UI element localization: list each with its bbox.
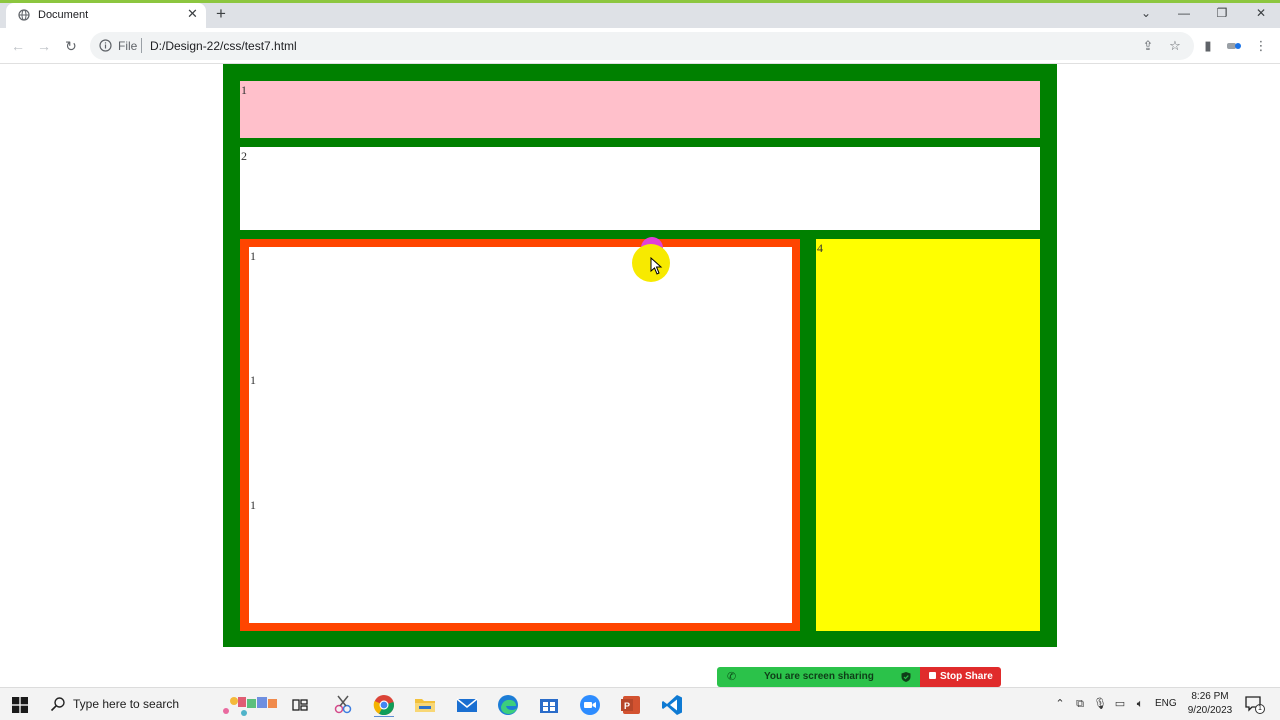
zoom-icon[interactable] <box>578 693 602 717</box>
stop-share-label: Stop Share <box>940 671 993 682</box>
language-indicator[interactable]: ENG <box>1155 698 1177 709</box>
box-pink: 1 <box>240 81 1040 138</box>
chevron-up-icon[interactable]: ⌃ <box>1053 697 1067 711</box>
clock-date: 9/20/2023 <box>1187 705 1233 716</box>
microphone-icon[interactable]: 🎙︎ <box>1093 697 1107 711</box>
back-arrow-icon[interactable]: ← <box>9 37 27 55</box>
extension-icon[interactable] <box>1226 38 1242 54</box>
clock-time: 8:26 PM <box>1191 691 1229 702</box>
mouse-cursor-icon <box>650 257 663 275</box>
notification-badge: 1 <box>1255 704 1265 714</box>
edge-icon[interactable] <box>496 693 520 717</box>
share-status-pill: ✆ You are screen sharing <box>717 667 920 687</box>
vscode-icon[interactable] <box>660 693 684 717</box>
snipping-tool-icon[interactable] <box>331 693 355 717</box>
url-text[interactable]: D:/Design-22/css/test7.html <box>150 39 297 53</box>
tab-document[interactable]: Document ✕ <box>6 3 206 28</box>
share-status-text: You are screen sharing <box>764 671 874 682</box>
menu-dots-icon[interactable]: ⋮ <box>1253 38 1269 54</box>
stop-icon <box>929 672 936 679</box>
maximize-button[interactable]: ❐ <box>1210 6 1234 24</box>
reload-icon[interactable]: ↻ <box>62 37 80 55</box>
screen-share-bar: ✆ You are screen sharing Stop Share <box>717 667 1001 687</box>
new-tab-button[interactable]: + <box>216 3 226 25</box>
tab-strip: Document ✕ + ⌄ — ❐ ✕ <box>0 3 1280 28</box>
search-highlight-icon[interactable] <box>220 693 280 717</box>
task-view-icon[interactable] <box>288 693 312 717</box>
search-placeholder: Type here to search <box>73 697 180 711</box>
globe-icon <box>18 9 30 21</box>
svg-text:P: P <box>624 701 630 711</box>
stop-share-button[interactable]: Stop Share <box>920 667 1001 687</box>
info-icon[interactable] <box>99 39 112 52</box>
tab-close-icon[interactable]: ✕ <box>187 6 198 22</box>
powerpoint-icon[interactable]: P <box>619 693 643 717</box>
tab-title: Document <box>38 9 89 21</box>
search-icon <box>50 697 65 712</box>
star-icon[interactable]: ☆ <box>1168 39 1182 53</box>
side-panel-icon[interactable]: ▮ <box>1200 38 1216 54</box>
shield-icon <box>901 672 911 682</box>
close-window-button[interactable]: ✕ <box>1249 6 1273 24</box>
address-divider <box>141 38 142 53</box>
volume-icon[interactable]: 🔈︎ <box>1133 697 1147 711</box>
box-orange-border: 1 1 1 <box>240 239 800 631</box>
share-icon[interactable]: ⇪ <box>1141 39 1155 53</box>
outer-green-container: 1 2 1 1 1 4 <box>223 64 1057 647</box>
box-white: 2 <box>240 147 1040 230</box>
taskbar-search-input[interactable]: Type here to search <box>40 688 224 720</box>
inner-item: 1 <box>250 373 256 387</box>
store-icon[interactable] <box>537 693 561 717</box>
page-viewport: 1 2 1 1 1 4 <box>0 64 1280 687</box>
box-orange-inner: 1 1 1 <box>249 247 792 623</box>
file-explorer-icon[interactable] <box>413 693 437 717</box>
browser-toolbar: ← → ↻ File D:/Design-22/css/test7.html ⇪… <box>0 28 1280 64</box>
chrome-icon[interactable] <box>372 693 396 717</box>
scheme-label: File <box>118 39 138 53</box>
mail-icon[interactable] <box>455 693 479 717</box>
box-yellow: 4 <box>816 239 1040 631</box>
network-icon[interactable]: ⧉ <box>1073 697 1087 711</box>
forward-arrow-icon[interactable]: → <box>35 37 53 55</box>
taskbar: Type here to search P ⌃ ⧉ 🎙︎ ▭ 🔈︎ ENG 8:… <box>0 687 1280 720</box>
address-bar[interactable]: File D:/Design-22/css/test7.html ⇪ ☆ <box>90 32 1194 60</box>
clock[interactable]: 8:26 PM 9/20/2023 <box>1184 690 1236 718</box>
battery-icon[interactable]: ▭ <box>1113 697 1127 711</box>
tab-search-chevron-down-icon[interactable]: ⌄ <box>1134 6 1158 24</box>
phone-icon: ✆ <box>727 671 737 683</box>
windows-start-icon[interactable] <box>12 697 28 713</box>
notification-center-button[interactable]: 1 <box>1245 696 1265 714</box>
screen: Document ✕ + ⌄ — ❐ ✕ ← → ↻ File D:/Desig… <box>0 0 1280 720</box>
minimize-button[interactable]: — <box>1172 6 1196 24</box>
inner-item: 1 <box>250 498 256 512</box>
inner-item: 1 <box>250 249 256 263</box>
